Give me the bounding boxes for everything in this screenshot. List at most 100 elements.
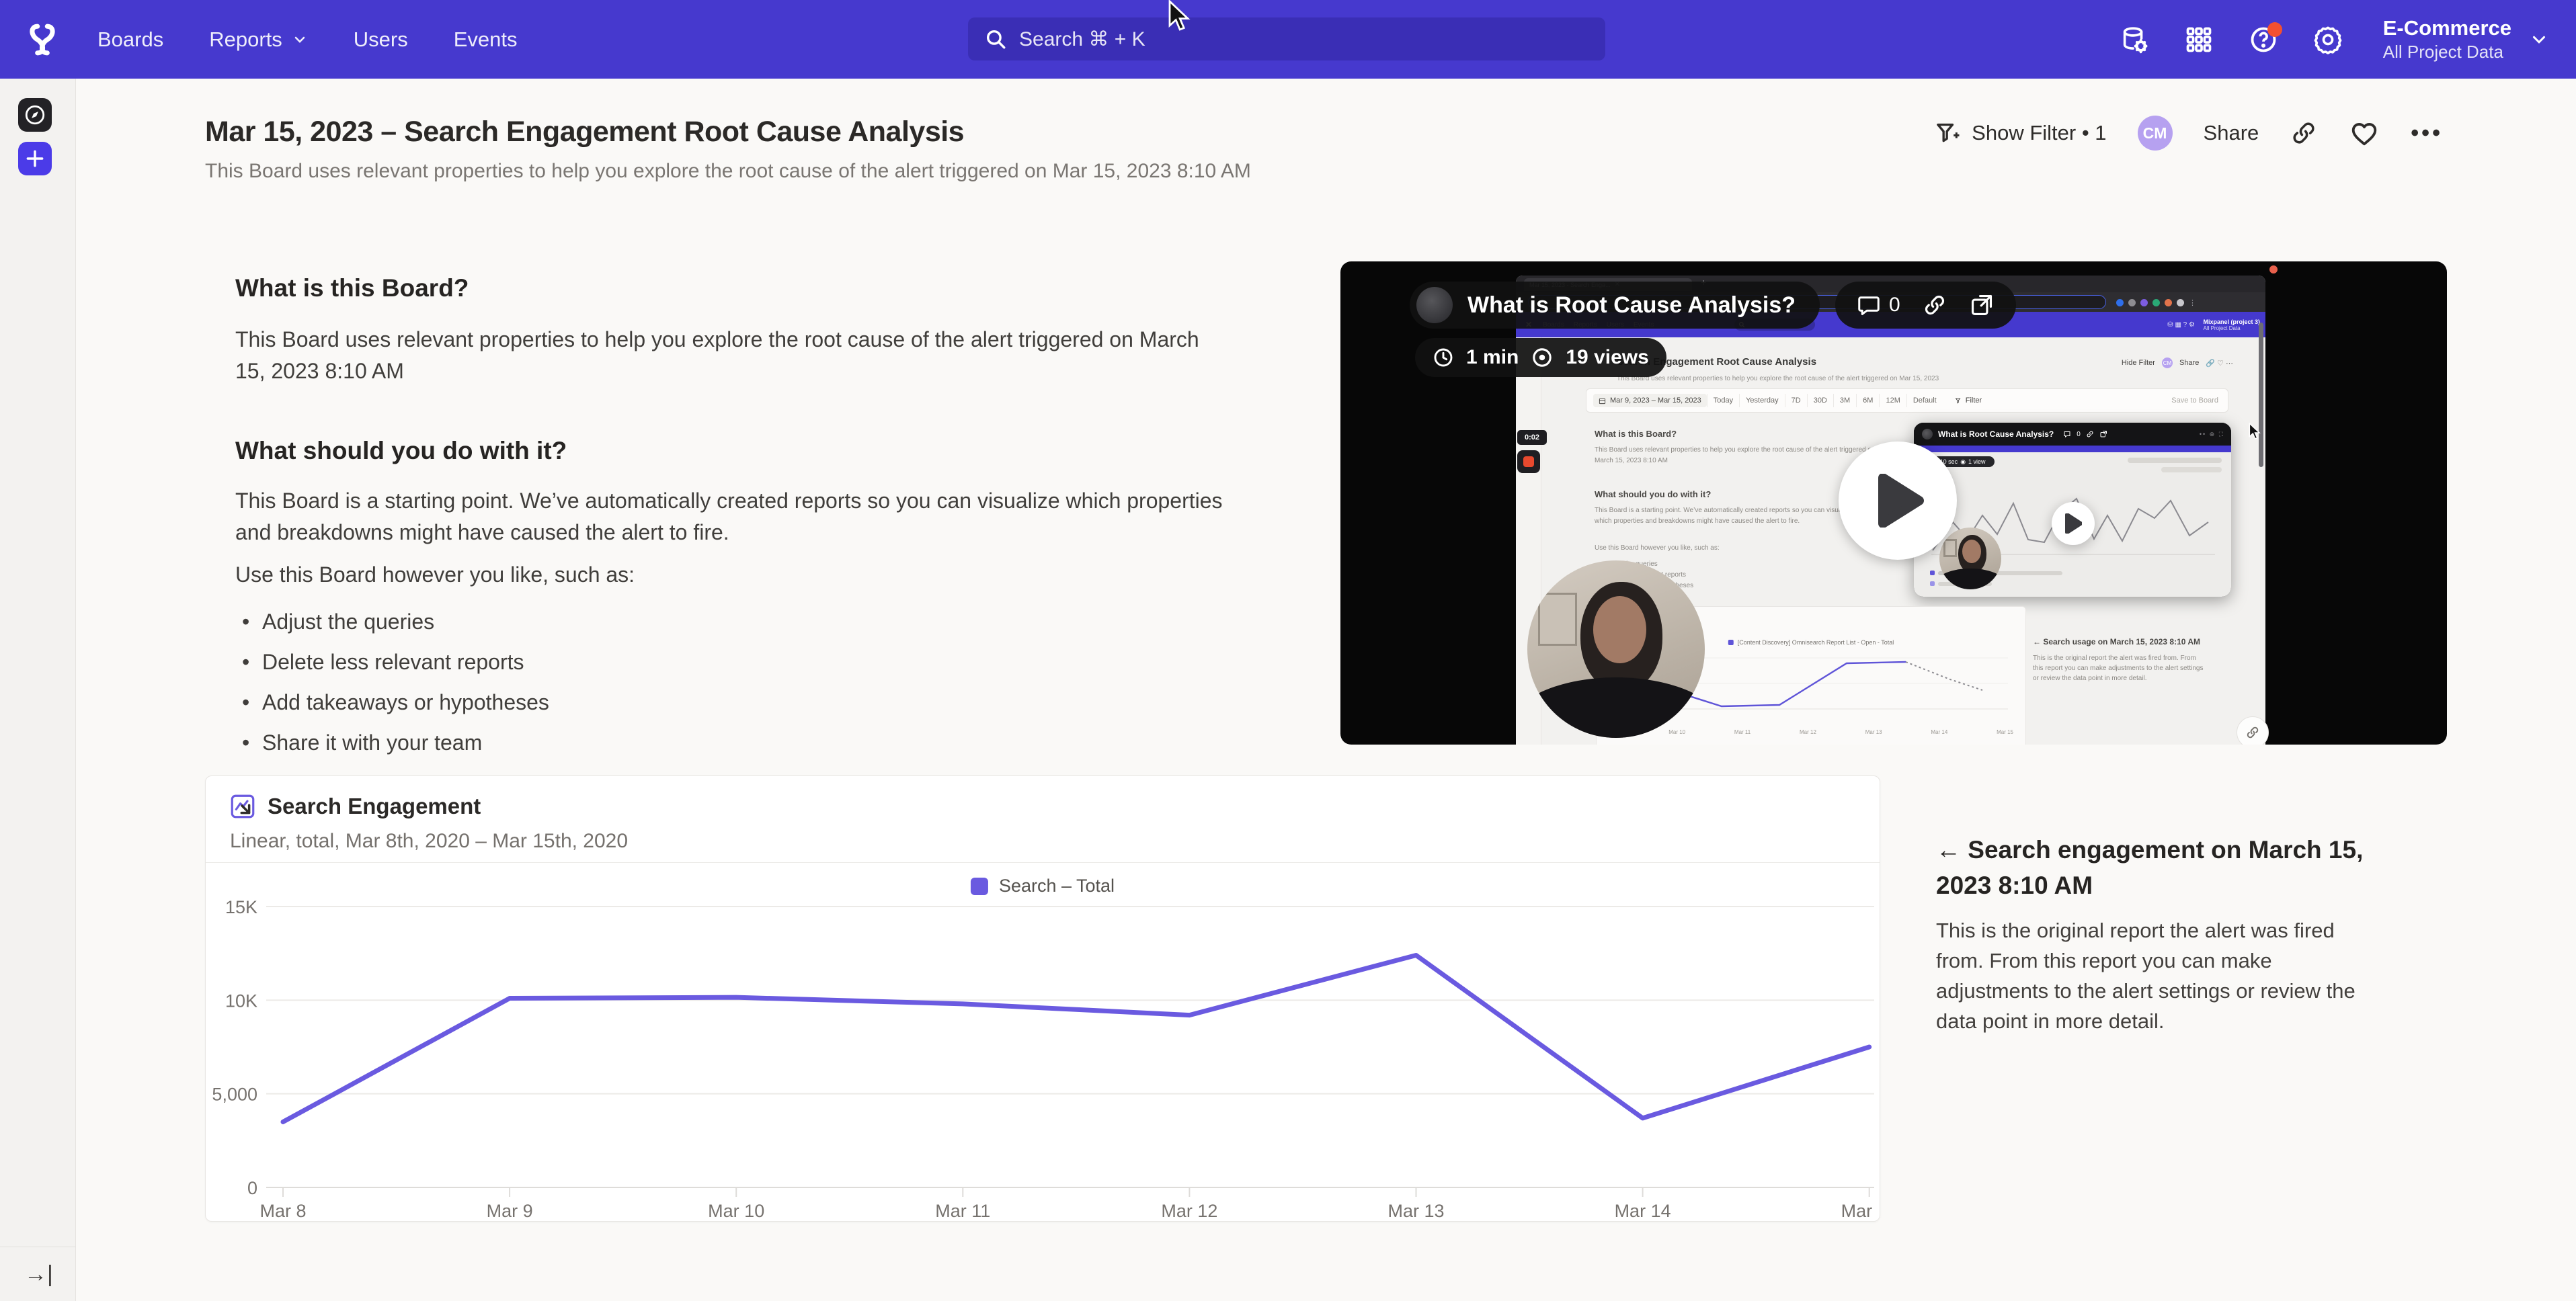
nav-label: Boards	[97, 28, 163, 52]
list-item: Add takeaways or hypotheses	[235, 687, 549, 718]
report-subtitle: Linear, total, Mar 8th, 2020 – Mar 15th,…	[230, 830, 628, 853]
svg-text:10K: 10K	[225, 991, 257, 1011]
project-switcher[interactable]: E-Commerce All Project Data	[2376, 16, 2549, 62]
mini-board-subtitle: This Board uses relevant properties to h…	[1617, 375, 1993, 382]
favorite-heart-icon[interactable]	[2349, 118, 2380, 149]
board-title: Mar 15, 2023 – Search Engagement Root Ca…	[205, 116, 964, 149]
recording-indicator-dot	[2269, 265, 2278, 274]
svg-text:Mar 11: Mar 11	[935, 1201, 990, 1221]
nested-presenter-avatar	[1922, 429, 1933, 439]
play-icon	[1878, 474, 1925, 528]
report-title[interactable]: Search Engagement	[268, 794, 481, 819]
svg-text:0: 0	[247, 1178, 257, 1198]
board-subtitle: This Board uses relevant properties to h…	[205, 160, 1251, 183]
svg-text:5,000: 5,000	[212, 1085, 257, 1105]
doc-paragraph-2: This Board is a starting point. We’ve au…	[235, 485, 1244, 548]
nested-play-button[interactable]	[2052, 502, 2095, 545]
video-duration: 1 min	[1466, 346, 1519, 369]
mini-project-name: Mixpanel (project 3)	[2203, 319, 2260, 325]
open-external-icon[interactable]	[1969, 292, 1995, 318]
nested-video-player: What is Root Cause Analysis? 0 •• ⊕ ⛶ 🕐1…	[1914, 423, 2231, 597]
help-icon[interactable]	[2247, 24, 2280, 56]
list-item: Adjust the queries	[235, 606, 549, 638]
nav-item-events[interactable]: Events	[454, 28, 518, 52]
mini-aside-heading: ← Search usage on March 15, 2023 8:10 AM	[2033, 637, 2208, 646]
notification-dot	[2267, 22, 2282, 37]
video-stats-pill: 1 min 19 views	[1415, 338, 1666, 377]
svg-text:Mar 12: Mar 12	[1161, 1201, 1217, 1221]
legend-swatch	[971, 878, 988, 895]
mouse-cursor	[1167, 0, 1194, 32]
avatar[interactable]: CM	[2138, 116, 2173, 151]
nav-item-boards[interactable]: Boards	[97, 28, 163, 52]
nav-item-reports[interactable]: Reports	[209, 28, 308, 52]
report-card: Search Engagement Linear, total, Mar 8th…	[205, 775, 1880, 1222]
aside-body: This is the original report the alert wa…	[1936, 915, 2373, 1036]
svg-text:Mar 10: Mar 10	[708, 1201, 764, 1221]
nested-webcam-bubble	[1939, 528, 2001, 589]
nav-label: Reports	[209, 28, 282, 52]
recorded-cursor	[2248, 423, 2263, 440]
video-copy-link-bubble[interactable]	[2237, 716, 2269, 745]
more-options-button[interactable]: •••	[2411, 120, 2443, 146]
show-filter-label: Show Filter • 1	[1972, 121, 2106, 145]
stop-recording-button	[1517, 450, 1540, 473]
card-divider	[206, 862, 1880, 863]
top-navbar: Boards Reports Users Events Search ⌘ + K	[0, 0, 2576, 79]
video-comments-button[interactable]: 0	[1857, 293, 1900, 317]
mini-hide-filter: Hide Filter	[2122, 359, 2155, 367]
nav-label: Users	[354, 28, 408, 52]
chart-legend[interactable]: Search – Total	[971, 876, 1115, 896]
doc-heading-1: What is this Board?	[235, 274, 469, 302]
mini-doc-heading-1: What is this Board?	[1595, 429, 1677, 439]
doc-paragraph-1: This Board uses relevant properties to h…	[235, 324, 1223, 387]
doc-heading-2: What should you do with it?	[235, 437, 567, 465]
svg-text:Mar 13: Mar 13	[1387, 1201, 1444, 1221]
settings-gear-icon[interactable]	[2312, 24, 2344, 56]
clock-icon	[1433, 347, 1454, 368]
nav-item-users[interactable]: Users	[354, 28, 408, 52]
list-item: Delete less relevant reports	[235, 646, 549, 678]
add-board-button[interactable]	[18, 142, 52, 175]
chevron-down-icon	[292, 32, 308, 48]
share-button[interactable]: Share	[2204, 121, 2259, 145]
mini-doc-paragraph-2: This Board is a starting point. We’ve au…	[1595, 505, 1863, 527]
presenter-webcam-bubble	[1527, 560, 1705, 738]
mini-project-scope: All Project Data	[2203, 325, 2260, 331]
left-sidebar: →|	[0, 79, 76, 1301]
compass-icon	[24, 103, 46, 126]
mini-save-to-board: Save to Board	[2171, 396, 2218, 405]
presenter-avatar	[1416, 287, 1453, 323]
comment-icon	[1857, 293, 1881, 317]
mini-aside-body: This is the original report the alert wa…	[2033, 653, 2206, 683]
show-filter-button[interactable]: Show Filter • 1	[1934, 120, 2106, 146]
search-input[interactable]: Search ⌘ + K	[968, 17, 1605, 60]
doc-bullet-list: Adjust the queries Delete less relevant …	[235, 606, 549, 767]
video-link-icon[interactable]	[1922, 292, 1947, 318]
svg-text:Mar 8: Mar 8	[259, 1201, 306, 1221]
video-views: 19 views	[1566, 346, 1648, 369]
apps-grid-icon[interactable]	[2183, 24, 2215, 56]
copy-link-icon[interactable]	[2290, 119, 2318, 147]
search-placeholder: Search ⌘ + K	[1019, 28, 1145, 51]
browser-extensions: ⋮	[2116, 298, 2197, 307]
video-actions-pill: 0	[1835, 282, 2016, 329]
mini-filter-label: Filter	[1966, 396, 1982, 405]
nav-label: Events	[454, 28, 518, 52]
video-player[interactable]: Mar 15, 2023 - Search Enga... ✕ + ⋮ ✕ Bo…	[1340, 261, 2447, 745]
line-chart-icon	[229, 792, 257, 821]
board-actions: Show Filter • 1 CM Share •••	[1934, 113, 2443, 153]
expand-sidebar-icon[interactable]: →|	[24, 1261, 53, 1288]
mini-doc-paragraph-3: Use this Board however you like, such as…	[1595, 544, 1863, 552]
line-chart[interactable]: 05,00010K15KMar 8Mar 9Mar 10Mar 11Mar 12…	[202, 894, 1876, 1230]
mini-doc-heading-2: What should you do with it?	[1595, 489, 1711, 499]
explore-compass-button[interactable]	[18, 98, 52, 132]
svg-text:Mar 15: Mar 15	[1841, 1201, 1876, 1221]
data-management-icon[interactable]	[2118, 24, 2150, 56]
mixpanel-logo[interactable]	[26, 23, 59, 56]
svg-text:15K: 15K	[225, 897, 257, 917]
plus-icon	[24, 148, 46, 169]
video-play-button[interactable]	[1839, 442, 1957, 560]
video-comment-count: 0	[1889, 294, 1900, 317]
search-icon	[984, 28, 1007, 50]
